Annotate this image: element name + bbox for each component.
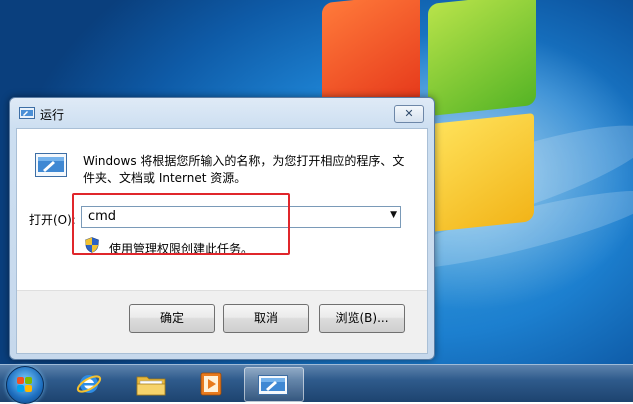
logo-pane-yellow	[426, 113, 534, 233]
taskbar-item-internet-explorer[interactable]	[60, 367, 118, 400]
ok-button[interactable]: 确定	[129, 304, 215, 333]
run-icon	[35, 153, 67, 177]
open-label: 打开(O):	[29, 213, 76, 227]
taskbar-item-run[interactable]	[244, 367, 304, 402]
cancel-button[interactable]: 取消	[223, 304, 309, 333]
run-icon	[258, 375, 288, 395]
logo-pane-green	[428, 0, 536, 117]
dialog-title: 运行	[40, 108, 65, 122]
windows-logo-icon	[17, 377, 33, 393]
button-bar: 确定 取消 浏览(B)...	[17, 290, 427, 353]
taskbar	[0, 364, 633, 404]
folder-icon	[136, 376, 166, 396]
dialog-description: Windows 将根据您所输入的名称，为您打开相应的程序、文件夹、文档或 Int…	[83, 154, 405, 185]
open-input[interactable]: cmd	[88, 209, 116, 224]
close-button[interactable]: ✕	[394, 105, 424, 123]
browse-button[interactable]: 浏览(B)...	[319, 304, 405, 333]
close-icon: ✕	[404, 107, 414, 120]
run-dialog: 运行 ✕ Windows 将根据您所输入的名称，为您打开相应的程序、文件夹、文档…	[9, 97, 435, 360]
start-button[interactable]	[6, 366, 44, 404]
dialog-body: Windows 将根据您所输入的名称，为您打开相应的程序、文件夹、文档或 Int…	[16, 128, 428, 354]
uac-shield-icon	[85, 237, 99, 253]
media-player-icon	[200, 372, 222, 396]
dialog-titlebar[interactable]: 运行 ✕	[10, 98, 434, 128]
taskbar-item-media-player[interactable]	[182, 367, 240, 400]
chevron-down-icon[interactable]: ▼	[390, 210, 397, 220]
run-icon	[19, 107, 35, 119]
open-combobox[interactable]: cmd ▼	[81, 206, 401, 228]
admin-note: 使用管理权限创建此任务。	[109, 242, 254, 256]
ie-icon	[76, 375, 102, 393]
taskbar-item-explorer[interactable]	[122, 367, 180, 400]
